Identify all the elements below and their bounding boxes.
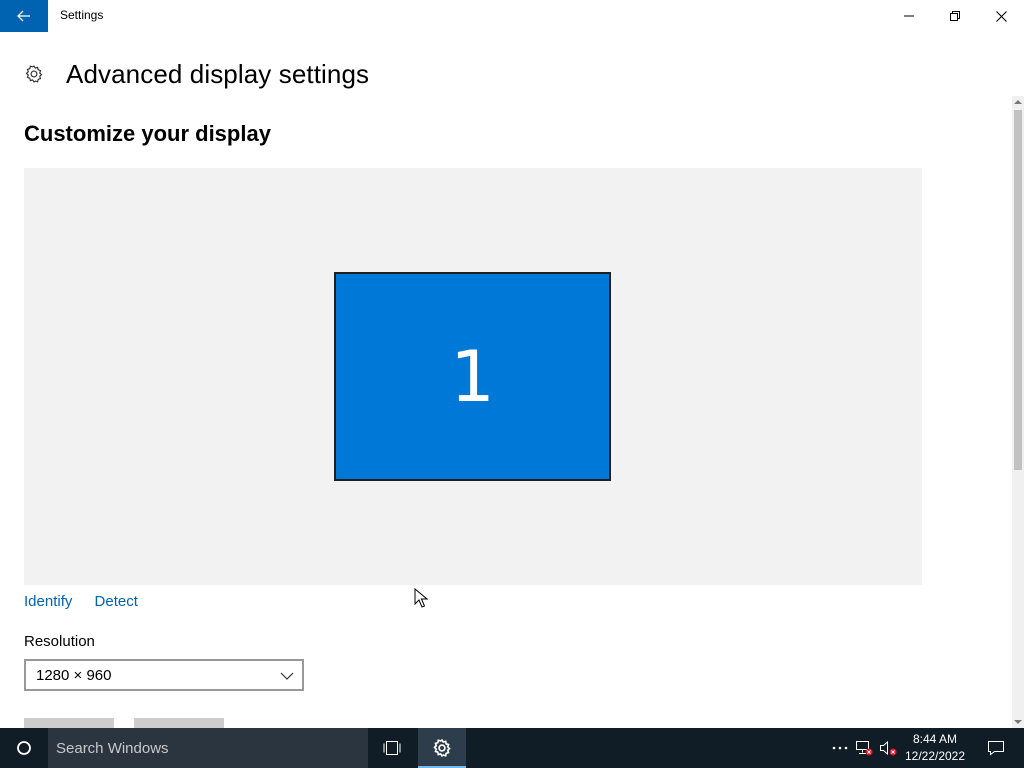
- taskbar-search-box[interactable]: Search Windows: [48, 728, 368, 768]
- network-tray-button[interactable]: [853, 728, 875, 768]
- taskbar-settings-app[interactable]: [418, 728, 466, 768]
- title-bar: Settings: [0, 0, 1024, 32]
- display-links: Identify Detect: [24, 593, 156, 610]
- gear-icon: [25, 65, 43, 83]
- cortana-circle-icon: [17, 741, 31, 755]
- minimize-icon: [904, 15, 914, 17]
- restore-icon: [950, 11, 960, 21]
- volume-muted-icon: [880, 740, 897, 756]
- identify-link[interactable]: Identify: [24, 593, 72, 610]
- network-disconnected-icon: [856, 741, 873, 756]
- monitor-tile[interactable]: 1: [334, 272, 611, 481]
- taskbar: Search Windows 8:44 AM 12/22/2022: [0, 728, 1024, 768]
- scroll-thumb[interactable]: [1014, 110, 1022, 470]
- close-icon: [995, 10, 1007, 22]
- page-header: Advanced display settings: [24, 56, 369, 92]
- monitor-number: 1: [450, 335, 495, 418]
- scroll-down-button[interactable]: [1012, 716, 1024, 728]
- restore-button[interactable]: [932, 0, 978, 32]
- task-view-icon: [383, 741, 401, 755]
- task-view-button[interactable]: [370, 728, 414, 768]
- notification-icon: [988, 741, 1004, 756]
- action-center-button[interactable]: [976, 728, 1016, 768]
- resolution-label: Resolution: [24, 633, 95, 650]
- detect-link[interactable]: Detect: [95, 593, 138, 610]
- close-button[interactable]: [978, 0, 1024, 32]
- section-title: Customize your display: [24, 121, 271, 146]
- app-title: Settings: [60, 8, 104, 22]
- scroll-up-icon: [1014, 100, 1022, 104]
- search-placeholder: Search Windows: [56, 739, 169, 757]
- clock-time: 8:44 AM: [912, 732, 958, 746]
- scroll-down-icon: [1014, 720, 1022, 724]
- vertical-scrollbar[interactable]: [1012, 96, 1024, 728]
- minimize-button[interactable]: [886, 0, 932, 32]
- more-dots-icon: [832, 746, 848, 750]
- show-hidden-icons-button[interactable]: [828, 728, 852, 768]
- chevron-down-icon: [280, 672, 294, 680]
- display-arrangement-preview: 1: [24, 168, 922, 585]
- gear-icon: [433, 738, 451, 758]
- back-button[interactable]: [0, 0, 48, 32]
- start-button[interactable]: [0, 728, 48, 768]
- volume-tray-button[interactable]: [877, 728, 899, 768]
- mouse-cursor-icon: [414, 588, 428, 608]
- resolution-value: 1280 × 960: [36, 666, 112, 684]
- taskbar-clock[interactable]: 8:44 AM 12/22/2022: [900, 731, 970, 765]
- arrow-left-icon: [17, 10, 30, 22]
- scroll-up-button[interactable]: [1012, 96, 1024, 108]
- resolution-dropdown[interactable]: 1280 × 960: [24, 659, 304, 691]
- page-title: Advanced display settings: [66, 58, 370, 89]
- clock-date: 12/22/2022: [904, 749, 966, 763]
